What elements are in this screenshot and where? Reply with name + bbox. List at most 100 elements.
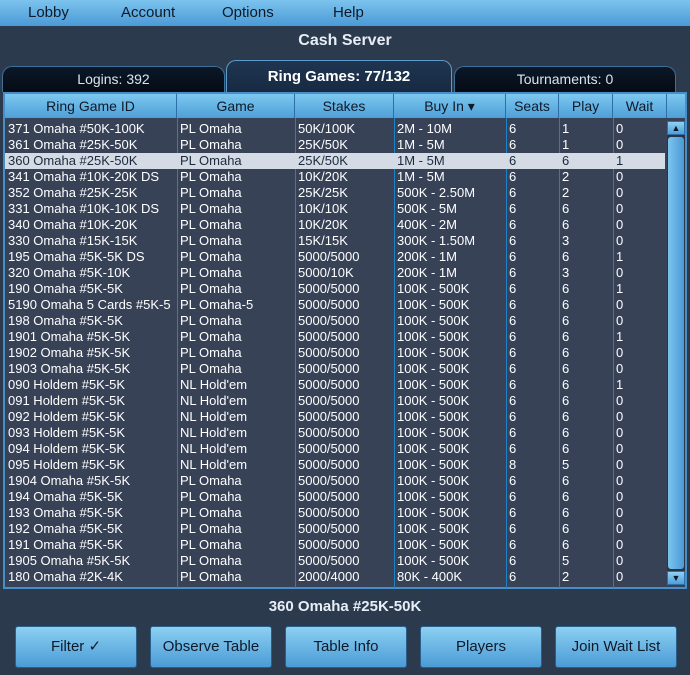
- cell-stakes: 10K/20K: [298, 169, 348, 184]
- table-info-button[interactable]: Table Info: [285, 626, 407, 668]
- table-row[interactable]: 341 Omaha #10K-20K DS PL Omaha 10K/20K 1M -…: [5, 169, 665, 185]
- table-row[interactable]: 1904 Omaha #5K-5K PL Omaha 5000/5000 100K -…: [5, 473, 665, 489]
- cell-wait: 1: [616, 249, 624, 264]
- cell-seats: 6: [509, 217, 517, 232]
- cell-seats: 6: [509, 297, 517, 312]
- cell-stakes: 5000/5000: [298, 521, 360, 536]
- table-row[interactable]: 340 Omaha #10K-20K PL Omaha 10K/20K 400K - …: [5, 217, 665, 233]
- table-row[interactable]: 095 Holdem #5K-5K NL Hold'em 5000/5000 100K…: [5, 457, 665, 473]
- cell-seats: 6: [509, 393, 517, 408]
- table-row[interactable]: 330 Omaha #15K-15K PL Omaha 15K/15K 300K - …: [5, 233, 665, 249]
- table-row[interactable]: 092 Holdem #5K-5K NL Hold'em 5000/5000 100K…: [5, 409, 665, 425]
- scroll-up-icon[interactable]: ▲: [667, 121, 685, 135]
- cell-buy-in: 100K - 500K: [397, 345, 470, 360]
- column-header-ring-game-id[interactable]: Ring Game ID: [5, 94, 177, 118]
- cell-game: PL Omaha: [180, 153, 242, 168]
- cell-buy-in: 100K - 500K: [397, 393, 470, 408]
- cell-play: 6: [562, 425, 570, 440]
- cell-buy-in: 300K - 1.50M: [397, 233, 476, 248]
- cell-ring-game-id: 193 Omaha #5K-5K: [8, 505, 123, 520]
- cell-stakes: 10K/10K: [298, 201, 348, 216]
- cell-seats: 6: [509, 137, 517, 152]
- cell-ring-game-id: 094 Holdem #5K-5K: [8, 441, 126, 456]
- table-row[interactable]: 091 Holdem #5K-5K NL Hold'em 5000/5000 100K…: [5, 393, 665, 409]
- table-row[interactable]: 352 Omaha #25K-25K PL Omaha 25K/25K 500K - …: [5, 185, 665, 201]
- cell-stakes: 25K/25K: [298, 185, 348, 200]
- column-header-buy-in[interactable]: Buy In ▾: [394, 94, 506, 118]
- cell-seats: 6: [509, 377, 517, 392]
- menu-lobby[interactable]: Lobby: [28, 4, 69, 21]
- table-row[interactable]: 190 Omaha #5K-5K PL Omaha 5000/5000 100K - …: [5, 281, 665, 297]
- cell-wait: 0: [616, 569, 624, 584]
- column-header-play[interactable]: Play: [559, 94, 613, 118]
- cell-stakes: 5000/5000: [298, 441, 360, 456]
- menu-options[interactable]: Options: [222, 4, 274, 21]
- table-row[interactable]: 180 Omaha #2K-4K PL Omaha 2000/4000 80K - 4…: [5, 569, 665, 585]
- cell-stakes: 5000/5000: [298, 537, 360, 552]
- table-row[interactable]: 361 Omaha #25K-50K PL Omaha 25K/50K 1M - 5M…: [5, 137, 665, 153]
- cell-stakes: 5000/5000: [298, 489, 360, 504]
- table-row[interactable]: 331 Omaha #10K-10K DS PL Omaha 10K/10K 500K…: [5, 201, 665, 217]
- table-row[interactable]: 093 Holdem #5K-5K NL Hold'em 5000/5000 100K…: [5, 425, 665, 441]
- column-header-stakes[interactable]: Stakes: [295, 94, 394, 118]
- table-row[interactable]: 371 Omaha #50K-100K PL Omaha 50K/100K 2M - …: [5, 121, 665, 137]
- table-row[interactable]: 5190 Omaha 5 Cards #5K-5 PL Omaha-5 5000/5…: [5, 297, 665, 313]
- tab-tournaments[interactable]: Tournaments: 0: [454, 66, 676, 92]
- table-row[interactable]: 1903 Omaha #5K-5K PL Omaha 5000/5000 100K -…: [5, 361, 665, 377]
- cell-buy-in: 100K - 500K: [397, 473, 470, 488]
- cell-stakes: 25K/50K: [298, 153, 348, 168]
- cell-play: 6: [562, 297, 570, 312]
- cell-stakes: 5000/5000: [298, 329, 360, 344]
- table-row[interactable]: 195 Omaha #5K-5K DS PL Omaha 5000/5000 200K…: [5, 249, 665, 265]
- table-row[interactable]: 192 Omaha #5K-5K PL Omaha 5000/5000 100K - …: [5, 521, 665, 537]
- cell-buy-in: 100K - 500K: [397, 441, 470, 456]
- menu-account[interactable]: Account: [121, 4, 175, 21]
- cell-ring-game-id: 371 Omaha #50K-100K: [8, 121, 145, 136]
- cell-game: PL Omaha: [180, 121, 242, 136]
- cell-ring-game-id: 352 Omaha #25K-25K: [8, 185, 138, 200]
- cell-stakes: 5000/5000: [298, 249, 360, 264]
- table-row[interactable]: 193 Omaha #5K-5K PL Omaha 5000/5000 100K - …: [5, 505, 665, 521]
- table-row[interactable]: 194 Omaha #5K-5K PL Omaha 5000/5000 100K - …: [5, 489, 665, 505]
- tab-logins[interactable]: Logins: 392: [2, 66, 225, 92]
- cell-wait: 0: [616, 409, 624, 424]
- table-row[interactable]: 198 Omaha #5K-5K PL Omaha 5000/5000 100K - …: [5, 313, 665, 329]
- column-header-game[interactable]: Game: [177, 94, 295, 118]
- cell-ring-game-id: 091 Holdem #5K-5K: [8, 393, 126, 408]
- cell-game: PL Omaha: [180, 537, 242, 552]
- cell-game: PL Omaha: [180, 249, 242, 264]
- cell-game: PL Omaha: [180, 233, 242, 248]
- table-row[interactable]: 1905 Omaha #5K-5K PL Omaha 5000/5000 100K -…: [5, 553, 665, 569]
- cell-buy-in: 100K - 500K: [397, 505, 470, 520]
- table-row[interactable]: 1901 Omaha #5K-5K PL Omaha 5000/5000 100K -…: [5, 329, 665, 345]
- table-row[interactable]: 090 Holdem #5K-5K NL Hold'em 5000/5000 100K…: [5, 377, 665, 393]
- table-row[interactable]: 191 Omaha #5K-5K PL Omaha 5000/5000 100K - …: [5, 537, 665, 553]
- cell-stakes: 5000/5000: [298, 473, 360, 488]
- cell-seats: 6: [509, 473, 517, 488]
- menu-help[interactable]: Help: [333, 4, 364, 21]
- cell-ring-game-id: 191 Omaha #5K-5K: [8, 537, 123, 552]
- join-wait-list-button[interactable]: Join Wait List: [555, 626, 677, 668]
- cell-wait: 0: [616, 137, 624, 152]
- cell-wait: 1: [616, 281, 624, 296]
- filter-button[interactable]: Filter ✓: [15, 626, 137, 668]
- players-button[interactable]: Players: [420, 626, 542, 668]
- vertical-scrollbar[interactable]: ▲ ▼: [667, 121, 685, 585]
- cell-game: PL Omaha: [180, 137, 242, 152]
- scroll-thumb[interactable]: [668, 137, 684, 569]
- cell-buy-in: 500K - 5M: [397, 201, 457, 216]
- scroll-down-icon[interactable]: ▼: [667, 571, 685, 585]
- tab-ring-games[interactable]: Ring Games: 77/132: [226, 60, 452, 92]
- cell-wait: 0: [616, 265, 624, 280]
- table-row[interactable]: 094 Holdem #5K-5K NL Hold'em 5000/5000 100K…: [5, 441, 665, 457]
- cell-seats: 6: [509, 569, 517, 584]
- cell-wait: 0: [616, 553, 624, 568]
- column-header-seats[interactable]: Seats: [506, 94, 559, 118]
- table-row[interactable]: 1902 Omaha #5K-5K PL Omaha 5000/5000 100K -…: [5, 345, 665, 361]
- table-header: Ring Game ID Game Stakes Buy In ▾ Seats …: [5, 94, 685, 118]
- table-row[interactable]: 320 Omaha #5K-10K PL Omaha 5000/10K 200K - …: [5, 265, 665, 281]
- table-row[interactable]: 360 Omaha #25K-50K PL Omaha 25K/50K 1M - 5M…: [5, 153, 665, 169]
- observe-table-button[interactable]: Observe Table: [150, 626, 272, 668]
- cell-play: 6: [562, 345, 570, 360]
- column-header-wait[interactable]: Wait: [613, 94, 667, 118]
